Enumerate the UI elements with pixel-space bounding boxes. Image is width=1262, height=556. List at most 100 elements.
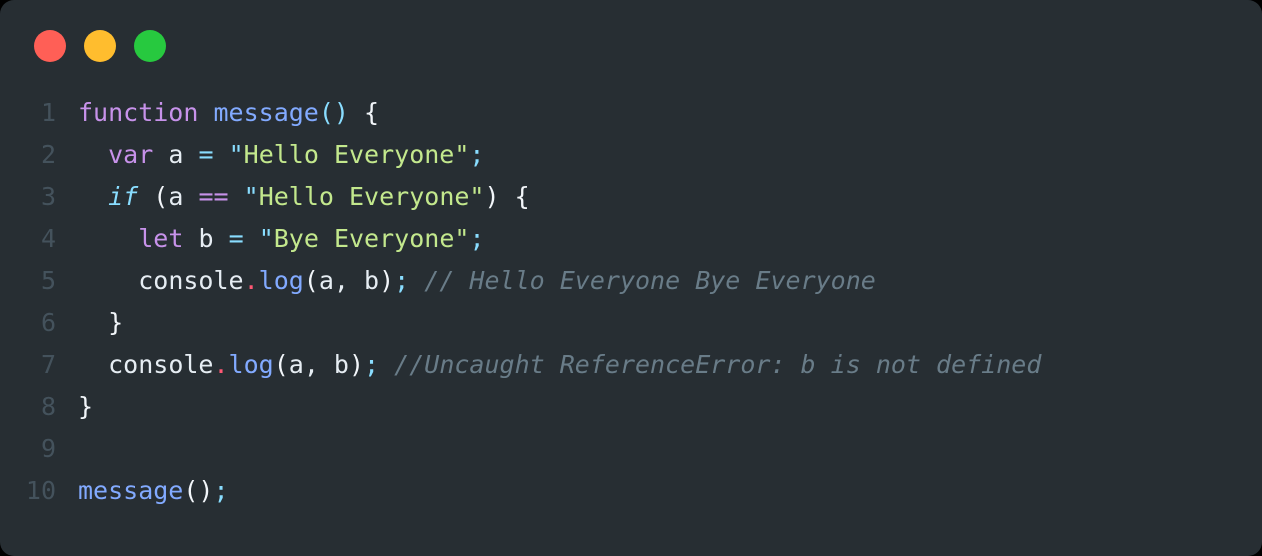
- code-token: ): [379, 266, 395, 295]
- code-token: ): [348, 350, 365, 379]
- code-token: // Hello Everyone Bye Everyone: [424, 266, 876, 295]
- code-token: console: [108, 350, 214, 379]
- code-token: log: [258, 266, 304, 295]
- line-code-text[interactable]: let b = "Bye Everyone";: [78, 218, 1262, 260]
- code-token: ": [454, 224, 470, 253]
- code-token: a: [318, 266, 334, 295]
- code-token: ;: [213, 476, 229, 505]
- code-line[interactable]: 1 function message() {: [0, 92, 1262, 134]
- code-line[interactable]: 9: [0, 428, 1262, 470]
- line-code-text[interactable]: message();: [78, 470, 1262, 512]
- code-token: ": [454, 140, 470, 169]
- code-line[interactable]: 10 message();: [0, 470, 1262, 512]
- code-token: .: [243, 266, 259, 295]
- code-token: console: [138, 266, 244, 295]
- line-number: 5: [40, 266, 56, 295]
- code-token: a: [288, 350, 304, 379]
- code-token: ;: [469, 140, 485, 169]
- code-token: =: [228, 224, 244, 253]
- code-token: message: [78, 476, 184, 505]
- code-token: Hello Everyone: [243, 140, 455, 169]
- code-token: (: [303, 266, 319, 295]
- line-code-text[interactable]: console.log(a, b); // Hello Everyone Bye…: [78, 260, 1262, 302]
- code-token: if: [108, 182, 139, 211]
- code-token: ": [258, 224, 274, 253]
- code-token: .: [213, 350, 229, 379]
- code-token: ): [484, 182, 500, 211]
- line-code-text[interactable]: if (a == "Hello Everyone") {: [78, 176, 1262, 218]
- line-number: 3: [40, 182, 56, 211]
- code-token: ": [228, 140, 244, 169]
- line-code-text[interactable]: function message() {: [78, 92, 1262, 134]
- line-code-text[interactable]: }: [78, 302, 1262, 344]
- code-line[interactable]: 8}: [0, 386, 1262, 428]
- code-token: b: [198, 224, 214, 253]
- close-window-button[interactable]: [34, 30, 66, 62]
- line-code-text[interactable]: var a = "Hello Everyone";: [78, 134, 1262, 176]
- code-token: (): [318, 98, 349, 127]
- code-token: a: [168, 140, 184, 169]
- code-line[interactable]: 3 if (a == "Hello Everyone") {: [0, 176, 1262, 218]
- line-number: 9: [40, 434, 56, 463]
- code-editor-window: 1 function message() {2 var a = "Hello Ev…: [0, 0, 1262, 556]
- line-code-text[interactable]: }: [78, 386, 1262, 428]
- code-token: ;: [394, 266, 410, 295]
- code-token: ": [469, 182, 485, 211]
- code-content-area[interactable]: 1 function message() {2 var a = "Hello Ev…: [0, 92, 1262, 556]
- line-number: 6: [40, 308, 56, 337]
- line-number: 2: [40, 140, 56, 169]
- code-line[interactable]: 6 }: [0, 302, 1262, 344]
- code-token: =: [198, 140, 214, 169]
- code-token: ;: [364, 350, 380, 379]
- minimize-window-button[interactable]: [84, 30, 116, 62]
- code-token: }: [78, 392, 94, 421]
- maximize-window-button[interactable]: [134, 30, 166, 62]
- code-line[interactable]: 5 console.log(a, b); // Hello Everyone B…: [0, 260, 1262, 302]
- code-token: ==: [198, 182, 229, 211]
- code-line[interactable]: 2 var a = "Hello Everyone";: [0, 134, 1262, 176]
- code-token: b: [333, 350, 349, 379]
- line-number: 8: [40, 392, 56, 421]
- code-token: message: [213, 98, 319, 127]
- window-titlebar: [0, 0, 1262, 92]
- line-number: 7: [40, 350, 56, 379]
- code-token: (: [273, 350, 289, 379]
- line-number: 4: [40, 224, 56, 253]
- code-token: //Uncaught ReferenceError: b is not defi…: [394, 350, 1042, 379]
- code-token: function: [78, 98, 199, 127]
- code-line[interactable]: 7 console.log(a, b); //Uncaught Referenc…: [0, 344, 1262, 386]
- code-token: Hello Everyone: [258, 182, 470, 211]
- line-number: 10: [25, 476, 56, 505]
- code-token: a: [168, 182, 184, 211]
- code-token: {: [364, 98, 380, 127]
- code-token: log: [228, 350, 274, 379]
- code-token: b: [364, 266, 380, 295]
- code-token: ,: [303, 350, 334, 379]
- code-token: var: [108, 140, 154, 169]
- code-line[interactable]: 4 let b = "Bye Everyone";: [0, 218, 1262, 260]
- code-token: ,: [333, 266, 365, 295]
- line-code-text[interactable]: console.log(a, b); //Uncaught ReferenceE…: [78, 344, 1262, 386]
- code-token: ;: [469, 224, 485, 253]
- code-token: {: [514, 182, 530, 211]
- code-token: (: [153, 182, 169, 211]
- code-token: let: [138, 224, 184, 253]
